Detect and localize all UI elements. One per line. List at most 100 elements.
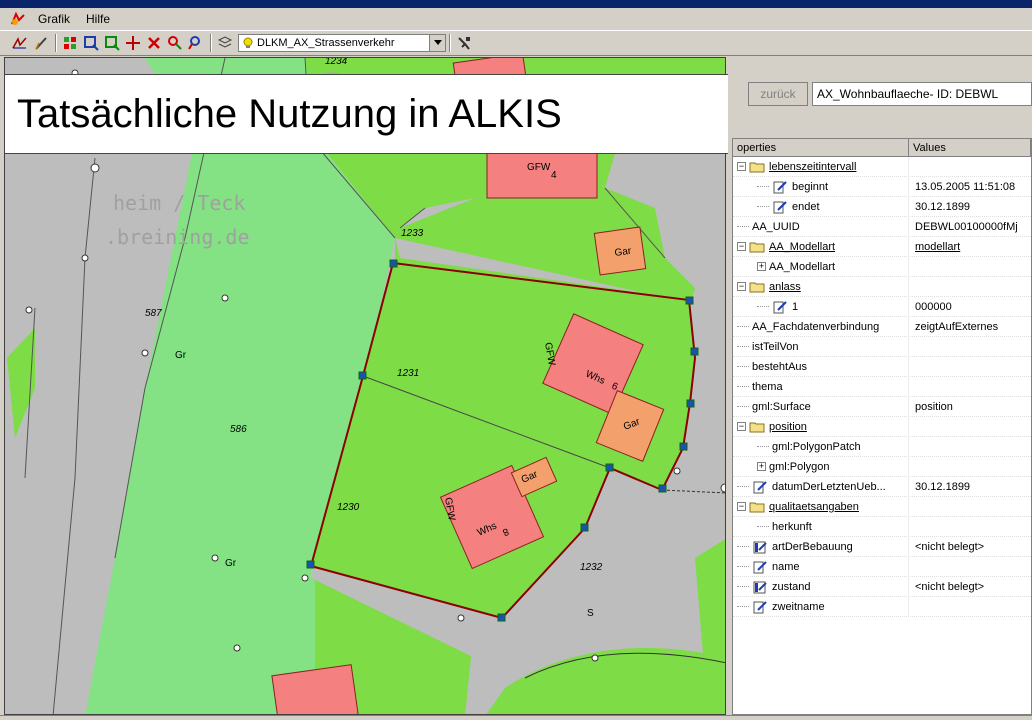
- map-canvas[interactable]: Da heim / Teck .breining.de 1234 1233 12…: [4, 57, 726, 715]
- toolbar-separator: [210, 34, 212, 52]
- property-label: AA_Modellart: [769, 240, 836, 253]
- properties-column-header[interactable]: operties: [733, 139, 909, 156]
- watermark-text: .breining.de: [105, 225, 250, 249]
- property-name-cell: − qualitaetsangaben: [733, 496, 909, 517]
- folder-icon: [749, 282, 765, 292]
- property-row[interactable]: datumDerLetztenUeb... 30.12.1899: [733, 476, 1031, 497]
- layer-select[interactable]: DLKM_AX_Strassenverkehr: [238, 34, 446, 52]
- property-name-cell: endet: [733, 196, 909, 217]
- info-tool-button[interactable]: [454, 33, 474, 53]
- property-row[interactable]: zweitname: [733, 596, 1031, 617]
- property-row[interactable]: endet 30.12.1899: [733, 196, 1031, 217]
- edit-field-icon: [753, 581, 767, 593]
- property-name-cell: AA_Fachdatenverbindung: [733, 316, 909, 337]
- tree-connector: [737, 326, 749, 327]
- edit-field-icon: [773, 200, 787, 213]
- zoom-in-button[interactable]: [81, 33, 101, 53]
- property-grid: operties Values − lebenszeitintervall begi…: [732, 138, 1032, 715]
- property-value-cell: <nicht belegt>: [915, 540, 985, 553]
- menu-grafik[interactable]: Grafik: [30, 8, 78, 30]
- property-value-cell: zeigtAufExternes: [915, 320, 999, 333]
- property-row[interactable]: − anlass: [733, 276, 1031, 297]
- edit-field-icon: [753, 480, 767, 493]
- property-name-cell: AA_UUID: [733, 216, 909, 237]
- collapse-icon[interactable]: −: [737, 282, 746, 291]
- folder-icon: [749, 162, 765, 172]
- magnifier-icon: [168, 36, 182, 50]
- parcel-number: 1233: [401, 228, 424, 239]
- property-row[interactable]: thema: [733, 376, 1031, 397]
- property-row[interactable]: name: [733, 556, 1031, 577]
- grid-rows: − lebenszeitintervall beginnt 13.05.2005 11…: [733, 156, 1031, 617]
- expand-icon[interactable]: +: [757, 462, 766, 471]
- collapse-icon[interactable]: −: [737, 422, 746, 431]
- property-row[interactable]: − lebenszeitintervall: [733, 156, 1031, 177]
- folder-icon: [749, 422, 765, 432]
- property-label: bestehtAus: [752, 360, 808, 373]
- parcel-number: 1232: [580, 562, 603, 573]
- tree-connector: [737, 406, 749, 407]
- property-row[interactable]: gml:Surface position: [733, 396, 1031, 417]
- lightbulb-icon: [243, 37, 253, 48]
- property-row[interactable]: AA_UUID DEBWL00100000fMj: [733, 216, 1031, 237]
- menu-hilfe[interactable]: Hilfe: [78, 8, 118, 30]
- zoom-extent-button[interactable]: [102, 33, 122, 53]
- tree-connector: [757, 446, 769, 447]
- property-row[interactable]: gml:PolygonPatch: [733, 436, 1031, 457]
- property-name-cell: istTeilVon: [733, 336, 909, 357]
- crosshair-icon: [126, 36, 140, 50]
- property-label: position: [769, 420, 807, 433]
- delete-tool-button[interactable]: [144, 33, 164, 53]
- building-label: GFW: [527, 162, 551, 173]
- attribute-panel: zurück AX_Wohnbauflaeche- ID: DEBWL oper…: [728, 57, 1032, 715]
- property-label: AA_Modellart: [769, 260, 836, 273]
- property-row[interactable]: AA_Fachdatenverbindung zeigtAufExternes: [733, 316, 1031, 337]
- property-row[interactable]: beginnt 13.05.2005 11:51:08: [733, 176, 1031, 197]
- toolbar: DLKM_AX_Strassenverkehr: [0, 30, 1032, 56]
- select-features-icon: [64, 37, 76, 49]
- edit-tool-button[interactable]: [31, 33, 51, 53]
- expand-icon[interactable]: +: [757, 262, 766, 271]
- collapse-icon[interactable]: −: [737, 242, 746, 251]
- layers-button[interactable]: [215, 33, 235, 53]
- property-label: anlass: [769, 280, 801, 293]
- property-label: datumDerLetztenUeb...: [772, 480, 886, 493]
- tree-connector: [737, 566, 749, 567]
- collapse-icon[interactable]: −: [737, 162, 746, 171]
- property-row[interactable]: 1 000000: [733, 296, 1031, 317]
- property-row[interactable]: + AA_Modellart: [733, 256, 1031, 277]
- property-name-cell: artDerBebauung: [733, 536, 909, 557]
- collapse-icon[interactable]: −: [737, 502, 746, 511]
- dropdown-arrow-icon[interactable]: [429, 35, 445, 51]
- property-label: endet: [792, 200, 820, 213]
- zoom-previous-button[interactable]: [165, 33, 185, 53]
- object-id-field[interactable]: AX_Wohnbauflaeche- ID: DEBWL: [812, 82, 1032, 106]
- property-row[interactable]: − qualitaetsangaben: [733, 496, 1031, 517]
- property-row[interactable]: − position: [733, 416, 1031, 437]
- property-name-cell: − anlass: [733, 276, 909, 297]
- property-value-cell: modellart: [915, 240, 961, 253]
- layers-icon: [217, 36, 233, 48]
- draw-line-tool-button[interactable]: [10, 33, 30, 53]
- property-row[interactable]: + gml:Polygon: [733, 456, 1031, 477]
- back-button[interactable]: zurück: [748, 82, 808, 106]
- parcel-number: 587: [145, 308, 162, 319]
- zoom-next-button[interactable]: [186, 33, 206, 53]
- property-name-cell: − AA_Modellart: [733, 236, 909, 257]
- select-tool-button[interactable]: [60, 33, 80, 53]
- property-row[interactable]: istTeilVon: [733, 336, 1031, 357]
- property-label: zustand: [772, 580, 811, 593]
- edit-field-icon: [773, 300, 787, 313]
- property-row[interactable]: zustand <nicht belegt>: [733, 576, 1031, 597]
- application-window: Grafik Hilfe DLKM_AX_Strassenverkehr hei…: [0, 0, 1032, 720]
- slide-title: Tatsächliche Nutzung in ALKIS: [17, 91, 562, 136]
- property-row[interactable]: herkunft: [733, 516, 1031, 537]
- folder-icon: [749, 502, 765, 512]
- values-column-header[interactable]: Values: [909, 139, 1031, 156]
- property-row[interactable]: − AA_Modellart modellart: [733, 236, 1031, 257]
- property-row[interactable]: artDerBebauung <nicht belegt>: [733, 536, 1031, 557]
- land-use-label: S: [587, 608, 594, 619]
- property-row[interactable]: bestehtAus: [733, 356, 1031, 377]
- pan-button[interactable]: [123, 33, 143, 53]
- cross-pencil-icon: [148, 37, 160, 49]
